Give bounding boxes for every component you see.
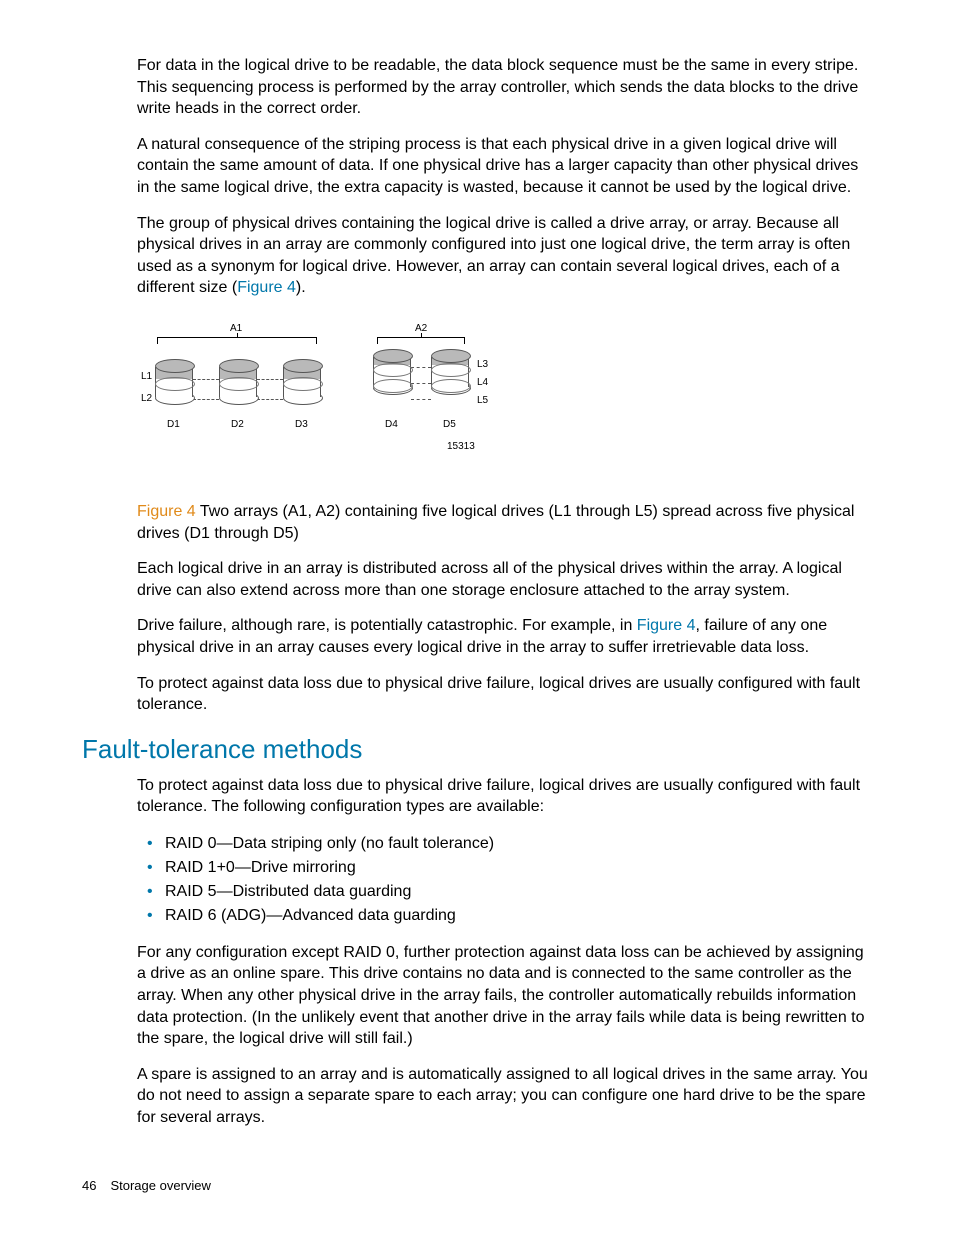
drive-label: D2: [231, 419, 244, 430]
page-number: 46: [82, 1178, 96, 1193]
drive-label: D1: [167, 419, 180, 430]
drive-icon: [373, 349, 411, 395]
text: Drive failure, although rare, is potenti…: [137, 617, 637, 634]
drive-icon: [155, 359, 193, 405]
list-item: RAID 6 (ADG)—Advanced data guarding: [165, 904, 872, 928]
paragraph: Drive failure, although rare, is potenti…: [137, 615, 872, 658]
footer-title: Storage overview: [110, 1178, 210, 1193]
figure-link[interactable]: Figure 4: [237, 279, 296, 296]
text: ).: [296, 279, 306, 296]
paragraph: To protect against data loss due to phys…: [137, 673, 872, 716]
drive-icon: [283, 359, 321, 405]
logical-label: L4: [477, 377, 488, 388]
drive-label: D5: [443, 419, 456, 430]
logical-label: L3: [477, 359, 488, 370]
paragraph: For data in the logical drive to be read…: [137, 55, 872, 120]
drive-label: D4: [385, 419, 398, 430]
drive-label: D3: [295, 419, 308, 430]
logical-label: L5: [477, 395, 488, 406]
figure-label: Figure 4: [137, 503, 196, 520]
list-item: RAID 5—Distributed data guarding: [165, 880, 872, 904]
logical-label: L1: [141, 371, 152, 382]
raid-list: RAID 0—Data striping only (no fault tole…: [137, 832, 872, 928]
paragraph: A natural consequence of the striping pr…: [137, 134, 872, 199]
section-heading: Fault-tolerance methods: [82, 734, 872, 765]
paragraph: A spare is assigned to an array and is a…: [137, 1064, 872, 1129]
page-footer: 46 Storage overview: [82, 1178, 211, 1193]
figure-diagram: A1 A2: [137, 323, 872, 483]
list-item: RAID 0—Data striping only (no fault tole…: [165, 832, 872, 856]
paragraph: For any configuration except RAID 0, fur…: [137, 942, 872, 1050]
drive-icon: [431, 349, 469, 395]
figure-ref: 15313: [447, 441, 475, 452]
paragraph: The group of physical drives containing …: [137, 213, 872, 299]
figure-link[interactable]: Figure 4: [637, 617, 696, 634]
figure-caption: Figure 4 Two arrays (A1, A2) containing …: [137, 501, 872, 544]
list-item: RAID 1+0—Drive mirroring: [165, 856, 872, 880]
logical-label: L2: [141, 393, 152, 404]
paragraph: To protect against data loss due to phys…: [137, 775, 872, 818]
text: Two arrays (A1, A2) containing five logi…: [137, 503, 854, 542]
paragraph: Each logical drive in an array is distri…: [137, 558, 872, 601]
drive-icon: [219, 359, 257, 405]
